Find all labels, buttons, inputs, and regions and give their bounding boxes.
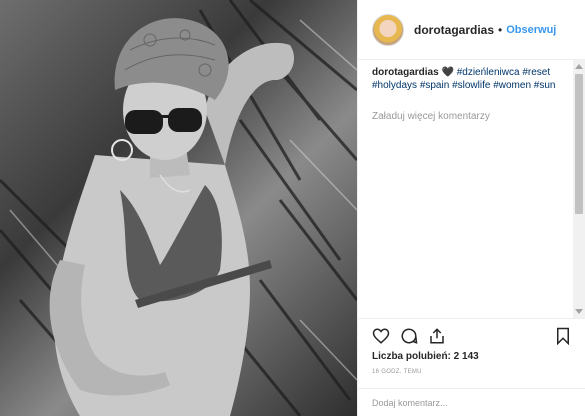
photo-illustration (0, 0, 357, 416)
post-actions-bar (358, 318, 585, 354)
scroll-down-arrow-icon[interactable] (575, 309, 583, 314)
hashtag[interactable]: #spain (420, 80, 449, 91)
post-photo[interactable] (0, 0, 357, 416)
follow-button[interactable]: Obserwuj (506, 24, 556, 36)
hashtag[interactable]: #holydays (372, 80, 417, 91)
hashtag[interactable]: #women (493, 80, 531, 91)
scroll-up-arrow-icon[interactable] (575, 64, 583, 69)
heart-outline-icon[interactable] (372, 327, 390, 345)
separator-dot: • (498, 22, 503, 37)
speech-bubble-icon[interactable] (400, 327, 418, 345)
comment-input[interactable] (372, 395, 572, 411)
bookmark-icon[interactable] (554, 327, 572, 345)
share-icon[interactable] (428, 327, 446, 345)
comment-bar (358, 388, 585, 416)
hashtag[interactable]: #reset (522, 67, 550, 78)
heart-emoji: 🖤 (441, 67, 454, 78)
post-timestamp[interactable]: 16 GODZ. TEMU (372, 369, 422, 375)
post-side-panel: dorotagardias • Obserwuj dorotagardias 🖤… (357, 0, 585, 416)
hashtag[interactable]: #dzieńleniwca (457, 67, 520, 78)
scroll-thumb[interactable] (575, 74, 583, 214)
post-caption: dorotagardias 🖤 #dzieńleniwca #reset #ho… (372, 66, 572, 92)
avatar[interactable] (372, 13, 404, 46)
hashtag[interactable]: #slowlife (452, 80, 490, 91)
load-more-comments-link[interactable]: Załaduj więcej komentarzy (372, 111, 490, 122)
comments-scrollbar[interactable] (573, 60, 585, 318)
author-username[interactable]: dorotagardias (414, 23, 494, 37)
likes-count[interactable]: Liczba polubień: 2 143 (372, 351, 479, 362)
caption-username[interactable]: dorotagardias (372, 67, 439, 78)
post-header: dorotagardias • Obserwuj (358, 0, 585, 60)
hashtag[interactable]: #sun (534, 80, 556, 91)
